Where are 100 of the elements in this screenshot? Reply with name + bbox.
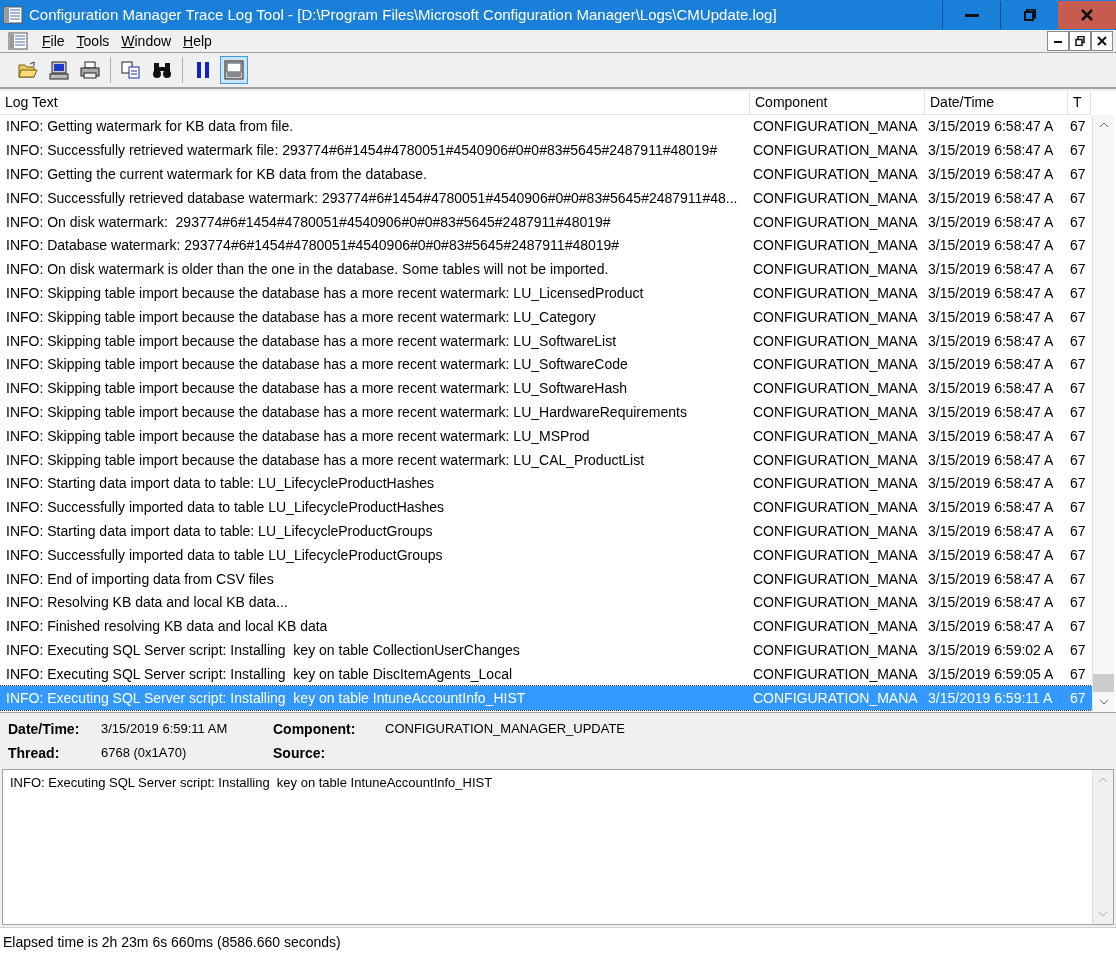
detail-label: Date/Time: [8, 719, 81, 739]
detail-label: Component: [273, 719, 357, 739]
computer-icon [49, 60, 69, 80]
thread-cell-text: 67 [1069, 688, 1087, 708]
component-cell-text: CONFIGURATION_MANA [752, 498, 919, 518]
datetime-cell-text: 3/15/2019 6:58:47 A [927, 521, 1055, 541]
thread-cell-text: 67 [1069, 212, 1087, 232]
log-text-cell-text: INFO: Skipping table import because the database has a more recent watermark: LU_SoftwareCode [5, 355, 629, 375]
thread-cell-text: 67 [1069, 355, 1087, 375]
log-row[interactable]: INFO: Starting data import data to table: LU_LifecycleProductGroups CONFIGURATION_MANA 3/15/2019 6:58:47 A 67 [0, 519, 1092, 544]
detail-value: 6768 (0x1A70) [101, 744, 188, 763]
thread-cell-text: 67 [1069, 117, 1087, 137]
log-row[interactable]: INFO: Skipping table import because the database has a more recent watermark: LU_MSProd CONFIGURATION_MANA 3/15/2019 6:58:47 A 67 [0, 424, 1092, 449]
thread-cell-text: 67 [1069, 283, 1087, 303]
column-header[interactable]: T [1068, 91, 1091, 115]
status-text: Elapsed time is 2h 23m 6s 660ms (8586.660 seconds) [3, 933, 341, 952]
log-row[interactable]: INFO: Finished resolving KB data and local KB data CONFIGURATION_MANA 3/15/2019 6:58:47 A 67 [0, 614, 1092, 639]
datetime-cell-text: 3/15/2019 6:58:47 A [927, 474, 1055, 494]
component-cell-text: CONFIGURATION_MANA [752, 355, 919, 375]
scrollbar-thumb[interactable] [1093, 674, 1114, 692]
log-row[interactable]: INFO: Resolving KB data and local KB data... CONFIGURATION_MANA 3/15/2019 6:58:47 A 67 [0, 590, 1092, 615]
log-text-cell-text: INFO: Getting watermark for KB data from file. [5, 117, 295, 137]
scroll-down-icon[interactable] [1098, 699, 1109, 705]
log-row[interactable]: INFO: Successfully imported data to table LU_LifecycleProductGroups CONFIGURATION_MANA 3/15/2019 6:58:47 A 67 [0, 543, 1092, 568]
component-cell-text: CONFIGURATION_MANA [752, 260, 919, 280]
datetime-cell-text: 3/15/2019 6:58:47 A [927, 593, 1055, 613]
log-row[interactable]: INFO: Getting the current watermark for KB data from the database. CONFIGURATION_MANA 3/15/2019 6:58:47 A 67 [0, 162, 1092, 187]
log-text-cell-text: INFO: Skipping table import because the database has a more recent watermark: LU_SoftwareHash [5, 379, 628, 399]
datetime-cell-text: 3/15/2019 6:58:47 A [927, 260, 1055, 280]
child-minimize-button[interactable] [1047, 31, 1069, 51]
log-row[interactable]: INFO: Successfully imported data to table LU_LifecycleProductHashes CONFIGURATION_MANA 3/15/2019 6:58:47 A 67 [0, 495, 1092, 520]
log-row[interactable]: INFO: Skipping table import because the database has a more recent watermark: LU_SoftwareList CONFIGURATION_MANA 3/15/2019 6:58:47 A 67 [0, 329, 1092, 353]
log-row[interactable]: INFO: End of importing data from CSV files CONFIGURATION_MANA 3/15/2019 6:58:47 A 67 [0, 567, 1092, 591]
datetime-cell-text: 3/15/2019 6:58:47 A [927, 569, 1055, 589]
log-text-cell-text: INFO: Database watermark: 293774#6#1454#4780051#4540906#0#0#83#5645#2487911#48019# [5, 236, 621, 256]
log-row[interactable]: INFO: Getting watermark for KB data from file. CONFIGURATION_MANA 3/15/2019 6:58:47 A 67 [0, 115, 1092, 139]
folder-icon [18, 61, 38, 79]
datetime-cell-text: 3/15/2019 6:58:47 A [927, 545, 1055, 565]
log-row[interactable]: INFO: Database watermark: 293774#6#1454#4780051#4540906#0#0#83#5645#2487911#48019# CONFIGURATION_MANA 3/15/2019 6:58:47 A 67 [0, 234, 1092, 258]
minimize-icon [1054, 39, 1062, 43]
log-text-cell-text: INFO: Skipping table import because the database has a more recent watermark: LU_MSProd [5, 426, 591, 446]
component-cell-text: CONFIGURATION_MANA [752, 640, 919, 660]
log-row[interactable]: INFO: On disk watermark is older than the one in the database. Some tables will not be imported. CONFIGURATION_MANA 3/15/2019 6:58:47 A 67 [0, 257, 1092, 282]
component-cell-text: CONFIGURATION_MANA [752, 450, 919, 470]
component-cell-text: CONFIGURATION_MANA [752, 569, 919, 589]
thread-cell-text: 67 [1069, 664, 1087, 684]
log-text-cell-text: INFO: Successfully imported data to table LU_LifecycleProductHashes [5, 498, 446, 518]
log-row[interactable]: INFO: Executing SQL Server script: Installing key on table CollectionUserChanges CONFIGURATION_MANA 3/15/2019 6:59:02 A 67 [0, 638, 1092, 663]
log-row[interactable]: INFO: Skipping table import because the database has a more recent watermark: LU_SoftwareCode CONFIGURATION_MANA 3/15/2019 6:58:47 A 67 [0, 352, 1092, 377]
log-text-cell-text: INFO: Successfully retrieved database watermark: 293774#6#1454#4780051#4540906#0#0#83#5645#2487911#48... [5, 188, 739, 208]
datetime-cell-text: 3/15/2019 6:58:47 A [927, 236, 1055, 256]
log-row[interactable]: INFO: Starting data import data to table: LU_LifecycleProductHashes CONFIGURATION_MANA 3/15/2019 6:58:47 A 67 [0, 471, 1092, 496]
log-text-cell-text: INFO: Successfully imported data to table LU_LifecycleProductGroups [5, 545, 444, 565]
menu-item[interactable]: File [36, 30, 71, 52]
vertical-scrollbar[interactable] [1092, 115, 1114, 712]
component-cell-text: CONFIGURATION_MANA [752, 379, 919, 399]
component-cell-text: CONFIGURATION_MANA [752, 617, 919, 637]
component-cell-text: CONFIGURATION_MANA [752, 117, 919, 137]
datetime-cell-text: 3/15/2019 6:58:47 A [927, 307, 1055, 327]
component-cell-text: CONFIGURATION_MANA [752, 331, 919, 351]
log-row[interactable]: INFO: On disk watermark: 293774#6#1454#4780051#4540906#0#0#83#5645#2487911#48019# CONFIGURATION_MANA 3/15/2019 6:58:47 A 67 [0, 210, 1092, 234]
component-cell-text: CONFIGURATION_MANA [752, 521, 919, 541]
menu-item[interactable]: Tools [70, 30, 116, 52]
window-title: Configuration Manager Trace Log Tool - [D:\Program Files\Microsoft Configuration Manager\Logs\CMUpdate.log] [29, 4, 778, 25]
menu-item[interactable]: Window [115, 30, 178, 52]
child-close-button[interactable] [1091, 31, 1113, 51]
scroll-up-icon[interactable] [1098, 122, 1109, 128]
log-row[interactable]: INFO: Skipping table import because the database has a more recent watermark: LU_Category CONFIGURATION_MANA 3/15/2019 6:58:47 A 67 [0, 305, 1092, 330]
menu-item[interactable]: Help [177, 30, 218, 52]
column-header[interactable]: Date/Time [925, 91, 1068, 115]
thread-cell-text: 67 [1069, 545, 1087, 565]
datetime-cell-text: 3/15/2019 6:58:47 A [927, 188, 1055, 208]
component-cell-text: CONFIGURATION_MANA [752, 141, 919, 161]
component-cell-text: CONFIGURATION_MANA [752, 402, 919, 422]
datetime-cell-text: 3/15/2019 6:58:47 A [927, 498, 1055, 518]
column-header[interactable]: Log Text [0, 91, 750, 115]
log-row[interactable]: INFO: Skipping table import because the database has a more recent watermark: LU_CAL_ProductList CONFIGURATION_MANA 3/15/2019 6:58:47 A 67 [0, 448, 1092, 472]
component-cell-text: CONFIGURATION_MANA [752, 593, 919, 613]
detail-value: 3/15/2019 6:59:11 AM [101, 720, 229, 739]
column-header[interactable]: Component [750, 91, 925, 115]
thread-cell-text: 67 [1069, 331, 1087, 351]
log-text-cell-text: INFO: Executing SQL Server script: Installing key on table DiscItemAgents_Local [5, 664, 514, 684]
component-cell-text: CONFIGURATION_MANA [752, 545, 919, 565]
thread-cell-text: 67 [1069, 141, 1087, 161]
close-button[interactable] [1058, 1, 1116, 29]
log-row[interactable]: INFO: Successfully retrieved database watermark: 293774#6#1454#4780051#4540906#0#0#83#5645#2487911#48... CONFIGURATION_MANA 3/15/2019 6:58:47 A 67 [0, 186, 1092, 211]
thread-cell-text: 67 [1069, 165, 1087, 184]
thread-cell-text: 67 [1069, 426, 1087, 446]
log-text-cell-text: INFO: Skipping table import because the database has a more recent watermark: LU_LicensedProduct [5, 283, 645, 303]
log-row[interactable]: INFO: Skipping table import because the database has a more recent watermark: LU_LicensedProduct CONFIGURATION_MANA 3/15/2019 6:58:47 A 67 [0, 281, 1092, 306]
component-cell-text: CONFIGURATION_MANA [752, 165, 919, 184]
thread-cell-text: 67 [1069, 521, 1087, 541]
log-row[interactable]: INFO: Skipping table import because the database has a more recent watermark: LU_HardwareRequirements CONFIGURATION_MANA 3/15/2019 6:58:47 A 67 [0, 400, 1092, 425]
log-row[interactable]: INFO: Executing SQL Server script: Installing key on table DiscItemAgents_Local CONFIGURATION_MANA 3/15/2019 6:59:05 A 67 [0, 662, 1092, 687]
log-row[interactable]: INFO: Successfully retrieved watermark file: 293774#6#1454#4780051#4540906#0#0#83#5645#2487911#48019# CONFIGURATION_MANA 3/15/2019 6:58:47 A 67 [0, 138, 1092, 163]
child-restore-button[interactable] [1069, 31, 1091, 51]
details-pane-icon [224, 60, 244, 80]
log-row[interactable]: INFO: Skipping table import because the database has a more recent watermark: LU_SoftwareHash CONFIGURATION_MANA 3/15/2019 6:58:47 A 67 [0, 376, 1092, 401]
document-icon [8, 31, 28, 51]
component-cell-text: CONFIGURATION_MANA [752, 474, 919, 494]
